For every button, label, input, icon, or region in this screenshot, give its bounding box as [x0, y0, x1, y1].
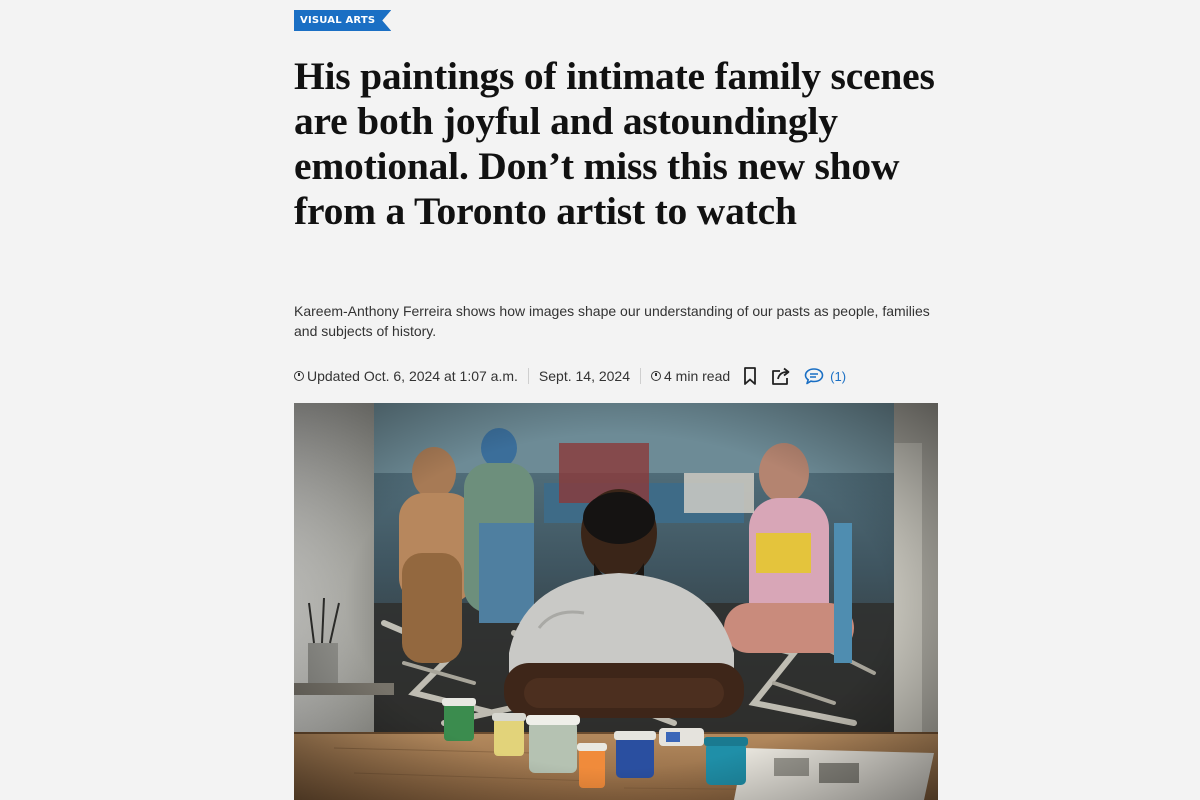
divider — [527, 368, 529, 384]
headline: His paintings of intimate family scenes … — [294, 54, 935, 233]
photo-artist-in-studio — [294, 403, 938, 800]
bookmark-icon — [744, 367, 757, 385]
updated-timestamp: Updated Oct. 6, 2024 at 1:07 a.m. — [294, 368, 518, 384]
section-tag[interactable]: VISUAL ARTS — [294, 10, 391, 31]
article-dek: Kareem-Anthony Ferreira shows how images… — [294, 303, 930, 339]
comment-icon — [804, 368, 824, 385]
share-button[interactable] — [770, 366, 792, 386]
read-time: 4 min read — [651, 368, 730, 384]
share-icon — [772, 367, 790, 385]
clock-icon — [651, 371, 661, 381]
photo-illustration — [294, 403, 938, 800]
article-meta: Updated Oct. 6, 2024 at 1:07 a.m. Sept. … — [294, 364, 846, 388]
updated-label: Updated Oct. 6, 2024 at 1:07 a.m. — [307, 368, 518, 384]
comment-count: (1) — [830, 368, 847, 384]
comments-button[interactable]: (1) — [804, 367, 846, 385]
divider — [640, 368, 641, 384]
read-time-label: 4 min read — [664, 368, 731, 384]
published-date: Sept. 14, 2024 — [538, 368, 630, 384]
clock-icon — [294, 371, 304, 381]
bookmark-button[interactable] — [742, 366, 758, 386]
